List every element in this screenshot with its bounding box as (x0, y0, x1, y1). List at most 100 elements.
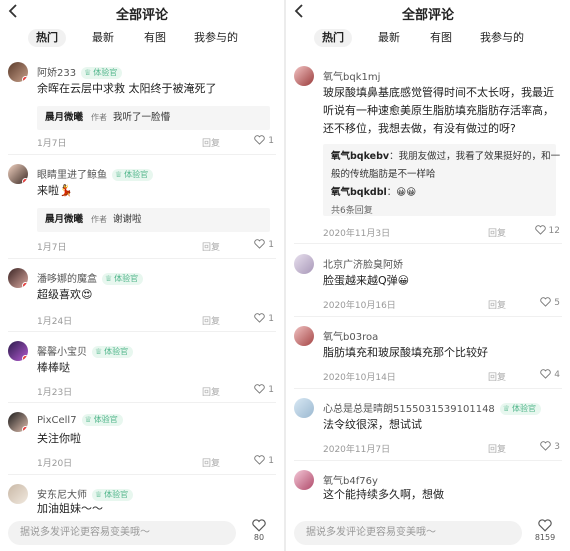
vip-dot-icon (22, 355, 28, 361)
comment-input[interactable]: 据说多发评论更容易变美哦～ (294, 521, 522, 545)
reply-button[interactable]: 回复 (202, 385, 220, 398)
reply-text: 我朋友做过，我看了效果挺好的，和一 (398, 151, 561, 162)
heart-icon (254, 313, 265, 323)
comment-text: 棒棒哒 (37, 361, 70, 374)
comment-input[interactable]: 据说多发评论更容易变美哦～ (8, 521, 236, 545)
reply-button[interactable]: 回复 (488, 226, 506, 239)
heart-icon (254, 384, 265, 394)
experience-badge: ♕ 体验官 (81, 414, 123, 426)
comment-item: 氧气bqk1mj 玻尿酸填鼻基底感觉管得时间不太长呀，我最近 听说有一种速愈美原… (286, 62, 570, 239)
username[interactable]: 馨馨小宝贝 ♕ 体验官 (37, 343, 134, 358)
tab-with-images[interactable]: 有图 (422, 29, 460, 47)
comment-item: 氧气b03roa 脂肪填充和玻尿酸填充那个比较好 2020年10月14日 回复 … (286, 322, 570, 386)
comment-date: 1月7日 (37, 243, 67, 253)
like-button[interactable]: 5 (540, 297, 560, 308)
tab-latest[interactable]: 最新 (84, 29, 122, 47)
total-like-button[interactable]: 80 (244, 519, 274, 542)
username[interactable]: 北京广济脸臭阿娇 (323, 256, 403, 271)
reply-button[interactable]: 回复 (202, 240, 220, 253)
comment-date: 1月7日 (37, 139, 67, 149)
reply-button[interactable]: 回复 (202, 314, 220, 327)
reply-box[interactable]: 氧气bqkebv：我朋友做过，我看了效果挺好的，和一 般的传统脂肪是不一样哈 氧… (323, 144, 560, 216)
avatar[interactable] (294, 470, 314, 490)
reply-button[interactable]: 回复 (488, 370, 506, 383)
comment-text: 玻尿酸填鼻基底感觉管得时间不太长呀，我最近 听说有一种速愈美原生脂肪填充脂肪存活… (323, 84, 554, 138)
like-button[interactable]: 1 (254, 313, 274, 324)
comment-meta: 2020年11月7日 回复 3 (323, 441, 560, 456)
username-text: 北京广济脸臭阿娇 (323, 260, 403, 271)
reply-line: 般的传统脂肪是不一样哈 (331, 169, 436, 180)
avatar[interactable] (8, 412, 28, 432)
crown-icon: ♕ (84, 415, 92, 424)
avatar[interactable] (8, 484, 28, 504)
comment-meta: 1月20日 回复 1 (37, 455, 274, 470)
reply-box[interactable]: 晨月微曦 作者 我听了一脸懵 (37, 106, 270, 130)
reply-button[interactable]: 回复 (488, 442, 506, 455)
tab-participated[interactable]: 我参与的 (472, 29, 532, 47)
avatar[interactable] (8, 341, 28, 361)
reply-button[interactable]: 回复 (202, 136, 220, 149)
author-tag: 作者 (91, 215, 108, 224)
comments-screen-left: 全部评论 热门 最新 有图 我参与的 阿娇233 ♕ 体验官 余晖在云层中求救 太阳… (0, 0, 284, 551)
like-count: 1 (268, 456, 274, 466)
avatar[interactable] (8, 164, 28, 184)
tab-hot[interactable]: 热门 (28, 29, 66, 47)
avatar[interactable] (8, 268, 28, 288)
like-count: 1 (268, 240, 274, 250)
like-button[interactable]: 12 (534, 225, 560, 236)
like-button[interactable]: 4 (540, 369, 560, 380)
comment-meta: 2020年10月16日 回复 5 (323, 297, 560, 312)
username[interactable]: PixCell7 ♕ 体验官 (37, 414, 123, 426)
top-bar: 全部评论 (0, 0, 284, 24)
like-button[interactable]: 1 (254, 239, 274, 250)
total-like-button[interactable]: 8159 (530, 519, 560, 542)
username[interactable]: 氧气b4f76y (323, 472, 378, 487)
tab-with-images[interactable]: 有图 (136, 29, 174, 47)
heart-icon (254, 239, 265, 249)
avatar[interactable] (294, 66, 314, 86)
crown-icon: ♕ (95, 347, 103, 356)
username[interactable]: 眼睛里进了鲸鱼 ♕ 体验官 (37, 166, 154, 181)
comment-text: 来啦💃 (37, 184, 73, 197)
reply-button[interactable]: 回复 (488, 298, 506, 311)
reply-text: 😀😀 (396, 187, 417, 198)
view-all-replies[interactable]: 共6条回复 (323, 202, 556, 220)
divider (294, 316, 562, 317)
like-count: 4 (554, 370, 560, 380)
username-text: PixCell7 (37, 415, 77, 426)
username-text: 氧气bqk1mj (323, 72, 381, 83)
avatar[interactable] (294, 326, 314, 346)
like-button[interactable]: 1 (254, 384, 274, 395)
avatar[interactable] (8, 62, 28, 82)
tab-hot[interactable]: 热门 (314, 29, 352, 47)
avatar[interactable] (294, 254, 314, 274)
reply-box[interactable]: 晨月微曦 作者 谢谢啦 (37, 208, 270, 232)
top-bar: 全部评论 (286, 0, 570, 24)
comment-item: 北京广济脸臭阿娇 脸蛋越来越Q弹😀 2020年10月16日 回复 5 (286, 250, 570, 314)
like-button[interactable]: 1 (254, 135, 274, 146)
comment-meta: 1月23日 回复 1 (37, 384, 274, 399)
username[interactable]: 阿娇233 ♕ 体验官 (37, 64, 123, 79)
tab-participated[interactable]: 我参与的 (186, 29, 246, 47)
username[interactable]: 氧气b03roa (323, 328, 378, 343)
username[interactable]: 潘哆娜的魔盒 ♕ 体验官 (37, 270, 144, 285)
divider (8, 402, 276, 403)
experience-badge: ♕ 体验官 (81, 67, 123, 79)
avatar[interactable] (294, 398, 314, 418)
username[interactable]: 氧气bqk1mj (323, 68, 380, 83)
username-text: 馨馨小宝贝 (37, 347, 87, 358)
total-like-count: 8159 (534, 533, 556, 542)
heart-icon (540, 369, 551, 379)
reply-button[interactable]: 回复 (202, 456, 220, 469)
like-button[interactable]: 3 (540, 441, 560, 452)
comment-meta: 2020年10月14日 回复 4 (323, 369, 560, 384)
like-button[interactable]: 1 (254, 455, 274, 466)
divider (294, 243, 562, 244)
username[interactable]: 安东尼大师 ♕ 体验官 (37, 486, 134, 501)
username[interactable]: 心总是总是晴朗5155031539101148 ♕ 体验官 (323, 400, 541, 415)
vip-dot-icon (22, 76, 28, 82)
comment-text: 超级喜欢😍 (37, 288, 93, 301)
crown-icon: ♕ (105, 274, 113, 283)
tab-latest[interactable]: 最新 (370, 29, 408, 47)
comment-item: 潘哆娜的魔盒 ♕ 体验官 超级喜欢😍 1月24日 回复 1 (0, 264, 284, 328)
